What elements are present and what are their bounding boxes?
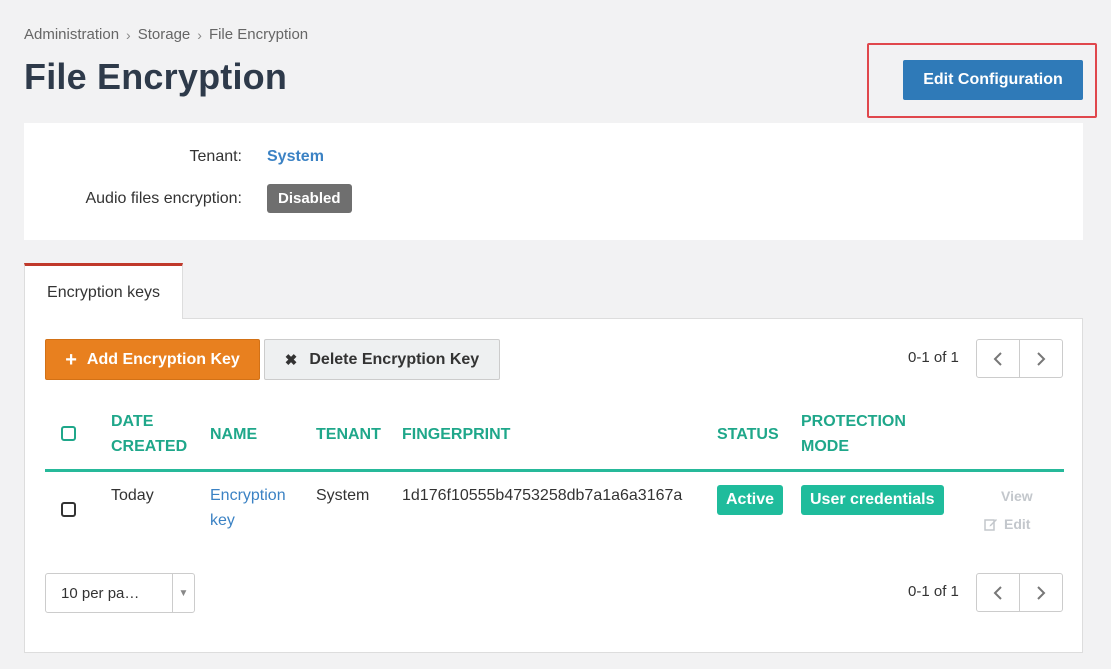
- edit-configuration-button[interactable]: Edit Configuration: [903, 60, 1083, 100]
- info-panel: Tenant: System Audio files encryption: D…: [24, 123, 1083, 240]
- pagination-text-top: 0-1 of 1: [908, 349, 959, 366]
- pagination-text-bottom: 0-1 of 1: [908, 583, 959, 600]
- page-title: File Encryption: [24, 56, 288, 97]
- chevron-right-icon: ›: [197, 26, 202, 43]
- close-icon: ✖: [284, 351, 298, 369]
- view-label: View: [1001, 488, 1033, 504]
- plus-icon: +: [65, 348, 77, 371]
- column-header-tenant[interactable]: TENANT: [316, 422, 381, 447]
- row-checkbox[interactable]: [61, 502, 76, 517]
- row-name-link[interactable]: Encryption key: [210, 483, 286, 533]
- encryption-keys-panel: + Add Encryption Key ✖ Delete Encryption…: [24, 318, 1083, 653]
- chevron-left-icon: [993, 585, 1002, 600]
- select-all-checkbox[interactable]: [61, 426, 76, 441]
- pagination-bottom: [976, 573, 1063, 612]
- breadcrumb: Administration › Storage › File Encrypti…: [24, 26, 308, 43]
- column-header-protection-line1: PROTECTION: [801, 413, 906, 430]
- column-header-date-created[interactable]: DATE CREATED: [111, 409, 187, 459]
- column-header-protection-line2: MODE: [801, 438, 849, 455]
- status-badge: Active: [717, 485, 784, 515]
- breadcrumb-administration[interactable]: Administration: [24, 26, 119, 43]
- protection-mode-badge: User credentials: [801, 485, 944, 515]
- audio-encryption-row: Audio files encryption: Disabled: [24, 184, 352, 213]
- row-date-created: Today: [111, 487, 154, 504]
- column-header-date-line1: DATE: [111, 413, 154, 430]
- table-header-divider: [45, 469, 1064, 472]
- column-header-date-line2: CREATED: [111, 438, 188, 455]
- column-header-protection-mode[interactable]: PROTECTION MODE: [801, 409, 906, 459]
- pagination-top: [976, 339, 1063, 378]
- tenant-row: Tenant: System: [24, 148, 324, 166]
- tenant-link[interactable]: System: [267, 148, 324, 166]
- caret-down-icon: ▼: [172, 574, 194, 612]
- prev-page-button[interactable]: [977, 340, 1019, 377]
- edit-link[interactable]: Edit: [984, 516, 1030, 532]
- edit-icon: [984, 519, 997, 531]
- per-page-select[interactable]: 10 per pa… ▼: [45, 573, 195, 613]
- audio-encryption-label: Audio files encryption:: [85, 189, 242, 207]
- chevron-right-icon: ›: [126, 26, 131, 43]
- row-name-line1: Encryption: [210, 487, 286, 504]
- chevron-right-icon: [1037, 585, 1046, 600]
- tab-encryption-keys[interactable]: Encryption keys: [24, 263, 183, 319]
- add-encryption-key-label: Add Encryption Key: [86, 350, 240, 368]
- chevron-left-icon: [993, 351, 1002, 366]
- next-page-button-bottom[interactable]: [1019, 574, 1062, 611]
- add-encryption-key-button[interactable]: + Add Encryption Key: [45, 339, 260, 380]
- row-name-line2: key: [210, 512, 235, 529]
- edit-label: Edit: [1004, 516, 1031, 532]
- audio-encryption-status-badge: Disabled: [267, 184, 352, 213]
- column-header-status[interactable]: STATUS: [717, 422, 779, 447]
- view-link[interactable]: View: [1001, 488, 1033, 504]
- column-header-fingerprint[interactable]: FINGERPRINT: [402, 422, 510, 447]
- chevron-right-icon: [1037, 351, 1046, 366]
- delete-encryption-key-button[interactable]: ✖ Delete Encryption Key: [264, 339, 500, 380]
- prev-page-button-bottom[interactable]: [977, 574, 1019, 611]
- breadcrumb-storage[interactable]: Storage: [138, 26, 191, 43]
- per-page-value: 10 per pa…: [61, 584, 140, 602]
- next-page-button[interactable]: [1019, 340, 1062, 377]
- column-header-name[interactable]: NAME: [210, 422, 257, 447]
- delete-encryption-key-label: Delete Encryption Key: [309, 350, 480, 368]
- row-fingerprint: 1d176f10555b4753258db7a1a6a3167a: [402, 487, 683, 504]
- breadcrumb-file-encryption: File Encryption: [208, 26, 309, 43]
- tenant-label: Tenant:: [189, 148, 242, 165]
- row-tenant: System: [316, 487, 370, 504]
